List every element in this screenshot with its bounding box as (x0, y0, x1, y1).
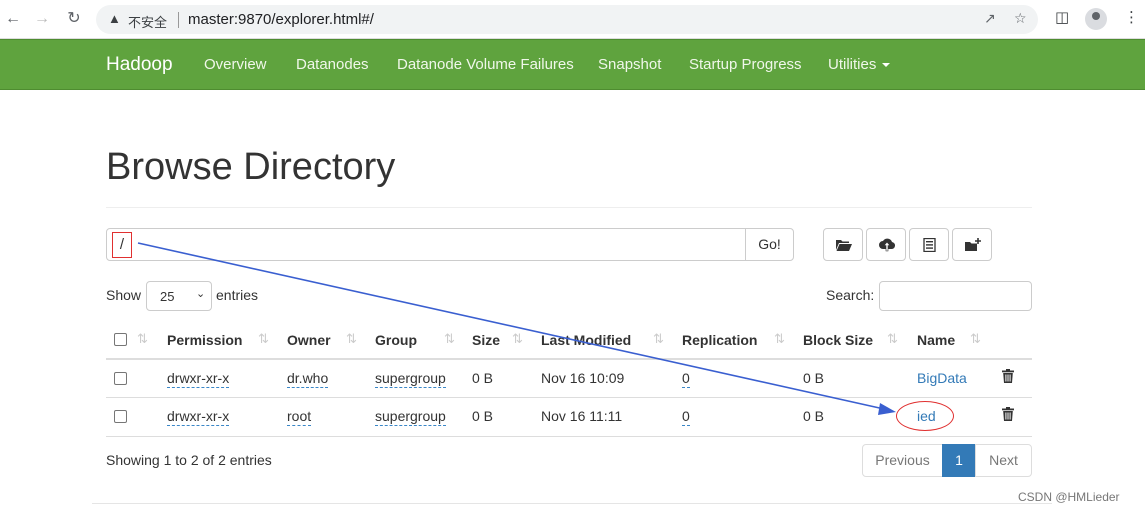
sort-icon[interactable]: ⇅ (444, 331, 455, 347)
nav-utilities[interactable]: Utilities (828, 56, 891, 73)
col-group[interactable]: Group (375, 332, 417, 348)
path-value: / (112, 232, 132, 258)
caret-down-icon (882, 63, 891, 68)
header-divider (106, 358, 1032, 360)
cell-permission[interactable]: drwxr-xr-x (167, 370, 230, 388)
list-view-button[interactable] (909, 228, 949, 261)
col-permission[interactable]: Permission (167, 332, 242, 348)
page-title: Browse Directory (106, 146, 396, 188)
go-button[interactable]: Go! (745, 228, 794, 261)
next-page-button[interactable]: Next (975, 444, 1032, 477)
col-block-size[interactable]: Block Size (803, 332, 873, 348)
annotation-ellipse (896, 401, 954, 431)
open-folder-button[interactable] (823, 228, 863, 261)
page-1-button[interactable]: 1 (942, 444, 976, 477)
cell-last-modified: Nov 16 10:09 (541, 370, 625, 386)
address-bar[interactable]: ▲ 不安全 master:9870/explorer.html#/ ↗ ☆ (96, 5, 1038, 34)
watermark: CSDN @HMLieder (1018, 490, 1120, 504)
search-input[interactable] (879, 281, 1032, 311)
cell-owner[interactable]: root (287, 408, 312, 426)
sort-amount-icon[interactable]: ⇅ (137, 331, 148, 347)
nav-utilities-label: Utilities (828, 56, 877, 73)
sort-icon[interactable]: ⇅ (970, 331, 981, 347)
cell-name-link[interactable]: BigData (917, 370, 967, 386)
share-icon[interactable]: ↗ (984, 10, 996, 27)
cloud-upload-icon (879, 238, 895, 252)
directory-path-input[interactable] (106, 228, 746, 261)
url-text[interactable]: master:9870/explorer.html#/ (188, 11, 374, 28)
row-checkbox[interactable] (114, 372, 127, 385)
row-checkbox[interactable] (114, 410, 127, 423)
cell-replication[interactable]: 0 (682, 408, 690, 426)
cell-group[interactable]: supergroup (375, 408, 446, 426)
sort-icon[interactable]: ⇅ (887, 331, 898, 347)
hadoop-navbar: Hadoop Overview Datanodes Datanode Volum… (0, 39, 1145, 90)
forward-icon[interactable]: → (31, 8, 53, 30)
nav-overview[interactable]: Overview (204, 56, 267, 73)
prev-page-button[interactable]: Previous (862, 444, 943, 477)
show-label: Show (106, 287, 142, 303)
cell-block-size: 0 B (803, 370, 825, 386)
sort-icon[interactable]: ⇅ (258, 331, 269, 347)
cell-last-modified: Nov 16 11:11 (541, 408, 623, 424)
cell-block-size: 0 B (803, 408, 825, 424)
upload-button[interactable] (866, 228, 906, 261)
nav-volume-failures[interactable]: Datanode Volume Failures (397, 56, 574, 73)
cell-owner[interactable]: dr.who (287, 370, 329, 388)
sort-icon[interactable]: ⇅ (653, 331, 664, 347)
cell-permission[interactable]: drwxr-xr-x (167, 408, 230, 426)
folder-add-icon (965, 238, 981, 251)
row-divider (106, 436, 1032, 437)
back-icon[interactable]: ← (2, 8, 24, 30)
insecure-label: 不安全 (128, 16, 168, 31)
trash-icon[interactable] (1002, 407, 1014, 421)
chevron-down-icon: ⌄ (196, 288, 206, 300)
cell-replication[interactable]: 0 (682, 370, 690, 388)
bookmark-star-icon[interactable]: ☆ (1014, 10, 1027, 27)
cell-size: 0 B (472, 408, 494, 424)
brand-hadoop[interactable]: Hadoop (106, 54, 173, 76)
row-divider (106, 397, 1032, 398)
sort-icon[interactable]: ⇅ (346, 331, 357, 347)
cell-size: 0 B (472, 370, 494, 386)
col-replication[interactable]: Replication (682, 332, 757, 348)
col-last-modified[interactable]: Last Modified (541, 332, 631, 348)
warning-icon: ▲ (108, 11, 121, 26)
search-label: Search: (826, 287, 875, 303)
sort-icon[interactable]: ⇅ (774, 331, 785, 347)
new-folder-button[interactable] (952, 228, 992, 261)
select-all-checkbox[interactable] (114, 333, 127, 346)
side-panel-icon[interactable]: ◫ (1055, 8, 1069, 26)
trash-icon[interactable] (1002, 369, 1014, 383)
col-size[interactable]: Size (472, 332, 500, 348)
folder-open-icon (836, 240, 852, 251)
sort-icon[interactable]: ⇅ (512, 331, 523, 347)
nav-snapshot[interactable]: Snapshot (598, 56, 661, 73)
omnibox-separator (178, 12, 179, 28)
cell-group[interactable]: supergroup (375, 370, 446, 388)
nav-startup-progress[interactable]: Startup Progress (689, 56, 802, 73)
list-alt-icon (923, 238, 936, 252)
entries-value: 25 (160, 289, 175, 304)
col-owner[interactable]: Owner (287, 332, 331, 348)
entries-label: entries (216, 287, 259, 303)
nav-datanodes[interactable]: Datanodes (296, 56, 369, 73)
title-divider (106, 207, 1032, 208)
profile-avatar-icon[interactable] (1085, 8, 1107, 30)
showing-entries-text: Showing 1 to 2 of 2 entries (106, 452, 272, 468)
reload-icon[interactable]: ↻ (63, 8, 85, 30)
menu-kebab-icon[interactable]: ⋮ (1124, 8, 1139, 26)
footer-divider (92, 503, 1052, 504)
col-name[interactable]: Name (917, 332, 955, 348)
browser-toolbar: ← → ↻ ▲ 不安全 master:9870/explorer.html#/ … (0, 0, 1145, 39)
